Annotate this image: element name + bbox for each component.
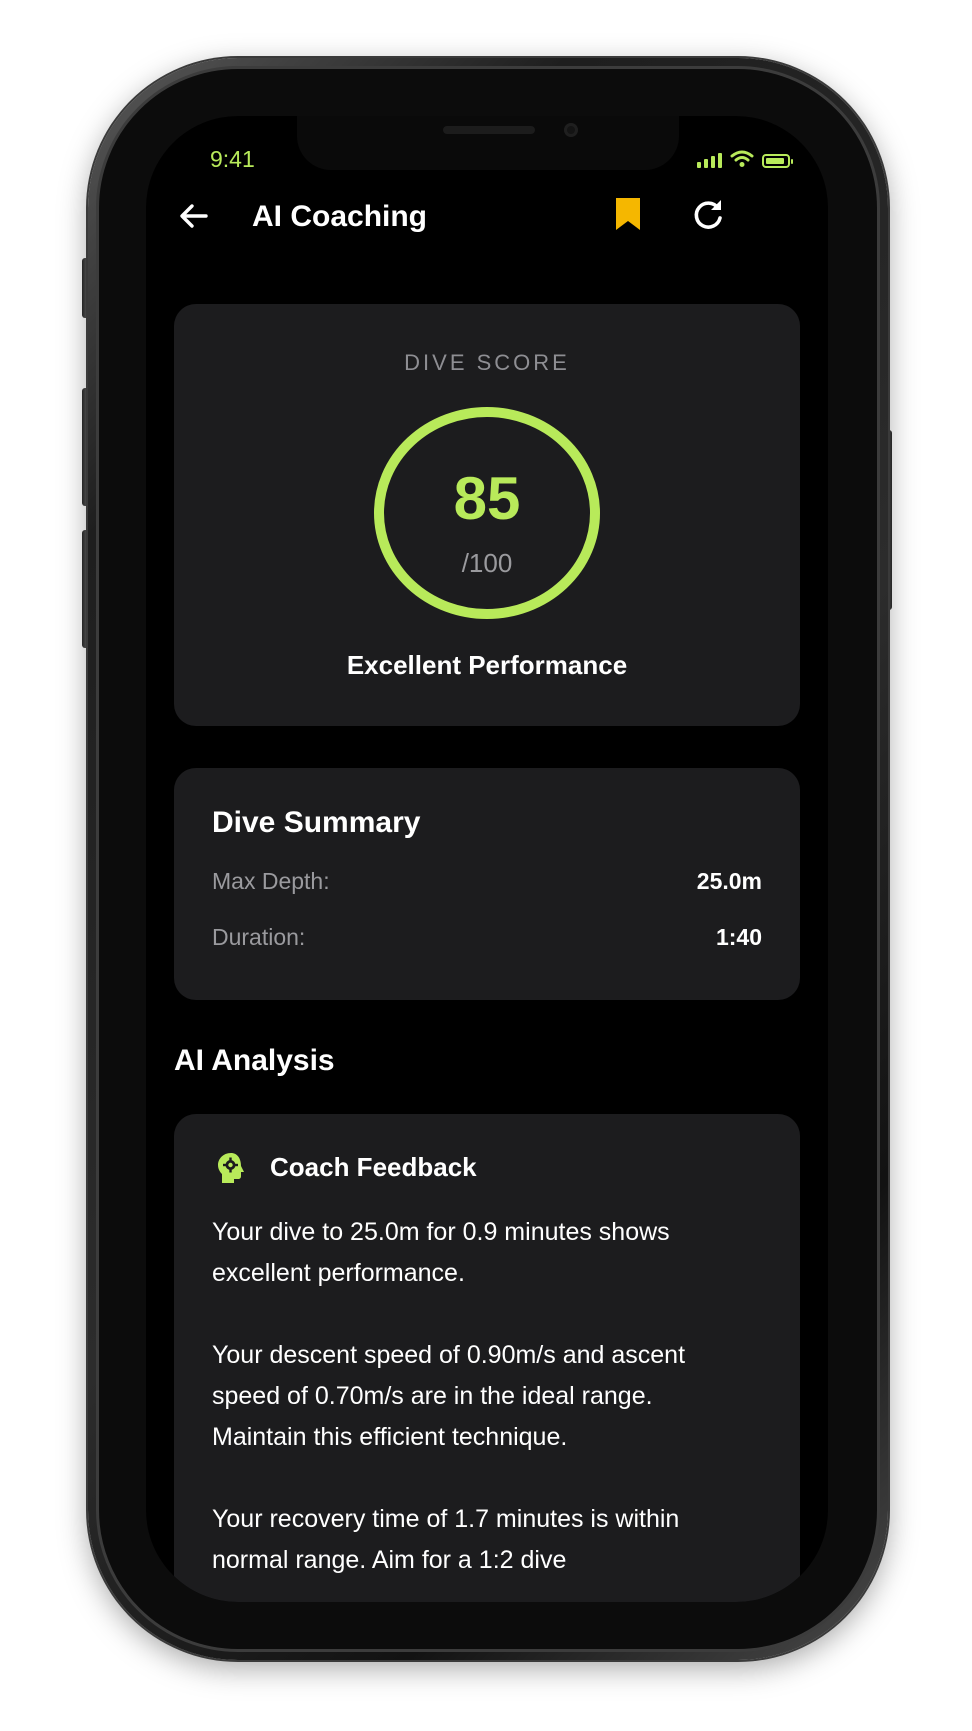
- feedback-paragraph: Your dive to 25.0m for 0.9 minutes shows…: [212, 1218, 670, 1287]
- speaker-grille: [443, 126, 535, 134]
- feedback-paragraph: Your descent speed of 0.90m/s and ascent…: [212, 1341, 686, 1451]
- ai-analysis-heading: AI Analysis: [174, 1044, 335, 1077]
- wifi-icon: [730, 150, 754, 167]
- page-title: AI Coaching: [252, 200, 428, 233]
- brain-gear-icon: [218, 1153, 244, 1183]
- dive-summary-card: Dive Summary Max Depth: 25.0m Duration: …: [174, 768, 800, 1000]
- summary-label: Max Depth:: [212, 867, 330, 894]
- score-max: /100: [461, 548, 513, 578]
- coach-feedback-title: Coach Feedback: [270, 1152, 477, 1182]
- score-rating: Excellent Performance: [346, 650, 628, 680]
- summary-label: Duration:: [212, 923, 306, 950]
- feedback-paragraph: Your recovery time of 1.7 minutes is wit…: [212, 1505, 680, 1574]
- summary-value: 1:40: [715, 923, 762, 950]
- arrow-left-icon[interactable]: [176, 198, 212, 234]
- phone-screen: 9:41 AI Coaching DIVE SCORE 85 /100 Exce…: [146, 116, 828, 1602]
- status-icons: [697, 150, 793, 168]
- front-camera: [564, 123, 578, 137]
- summary-row-max-depth: Max Depth: 25.0m: [212, 866, 762, 896]
- bookmark-icon[interactable]: [612, 196, 644, 232]
- dive-score-label: DIVE SCORE: [404, 350, 570, 375]
- dive-score-card: DIVE SCORE 85 /100 Excellent Performance: [174, 304, 800, 726]
- device-mockup: 9:41 AI Coaching DIVE SCORE 85 /100 Exce…: [0, 0, 972, 1731]
- summary-value: 25.0m: [696, 867, 762, 894]
- coach-feedback-card: Coach Feedback Your dive to 25.0m for 0.…: [174, 1114, 800, 1602]
- summary-title: Dive Summary: [212, 806, 421, 839]
- refresh-icon[interactable]: [690, 196, 726, 232]
- summary-row-duration: Duration: 1:40: [212, 922, 762, 952]
- coach-feedback-body: Your dive to 25.0m for 0.9 minutes shows…: [212, 1212, 732, 1602]
- score-value: 85: [453, 465, 521, 532]
- nav-bar: AI Coaching: [146, 186, 828, 246]
- status-time: 9:41: [210, 146, 255, 172]
- cellular-signal-icon: [697, 152, 722, 168]
- notch: [297, 116, 679, 170]
- battery-icon: [762, 154, 793, 168]
